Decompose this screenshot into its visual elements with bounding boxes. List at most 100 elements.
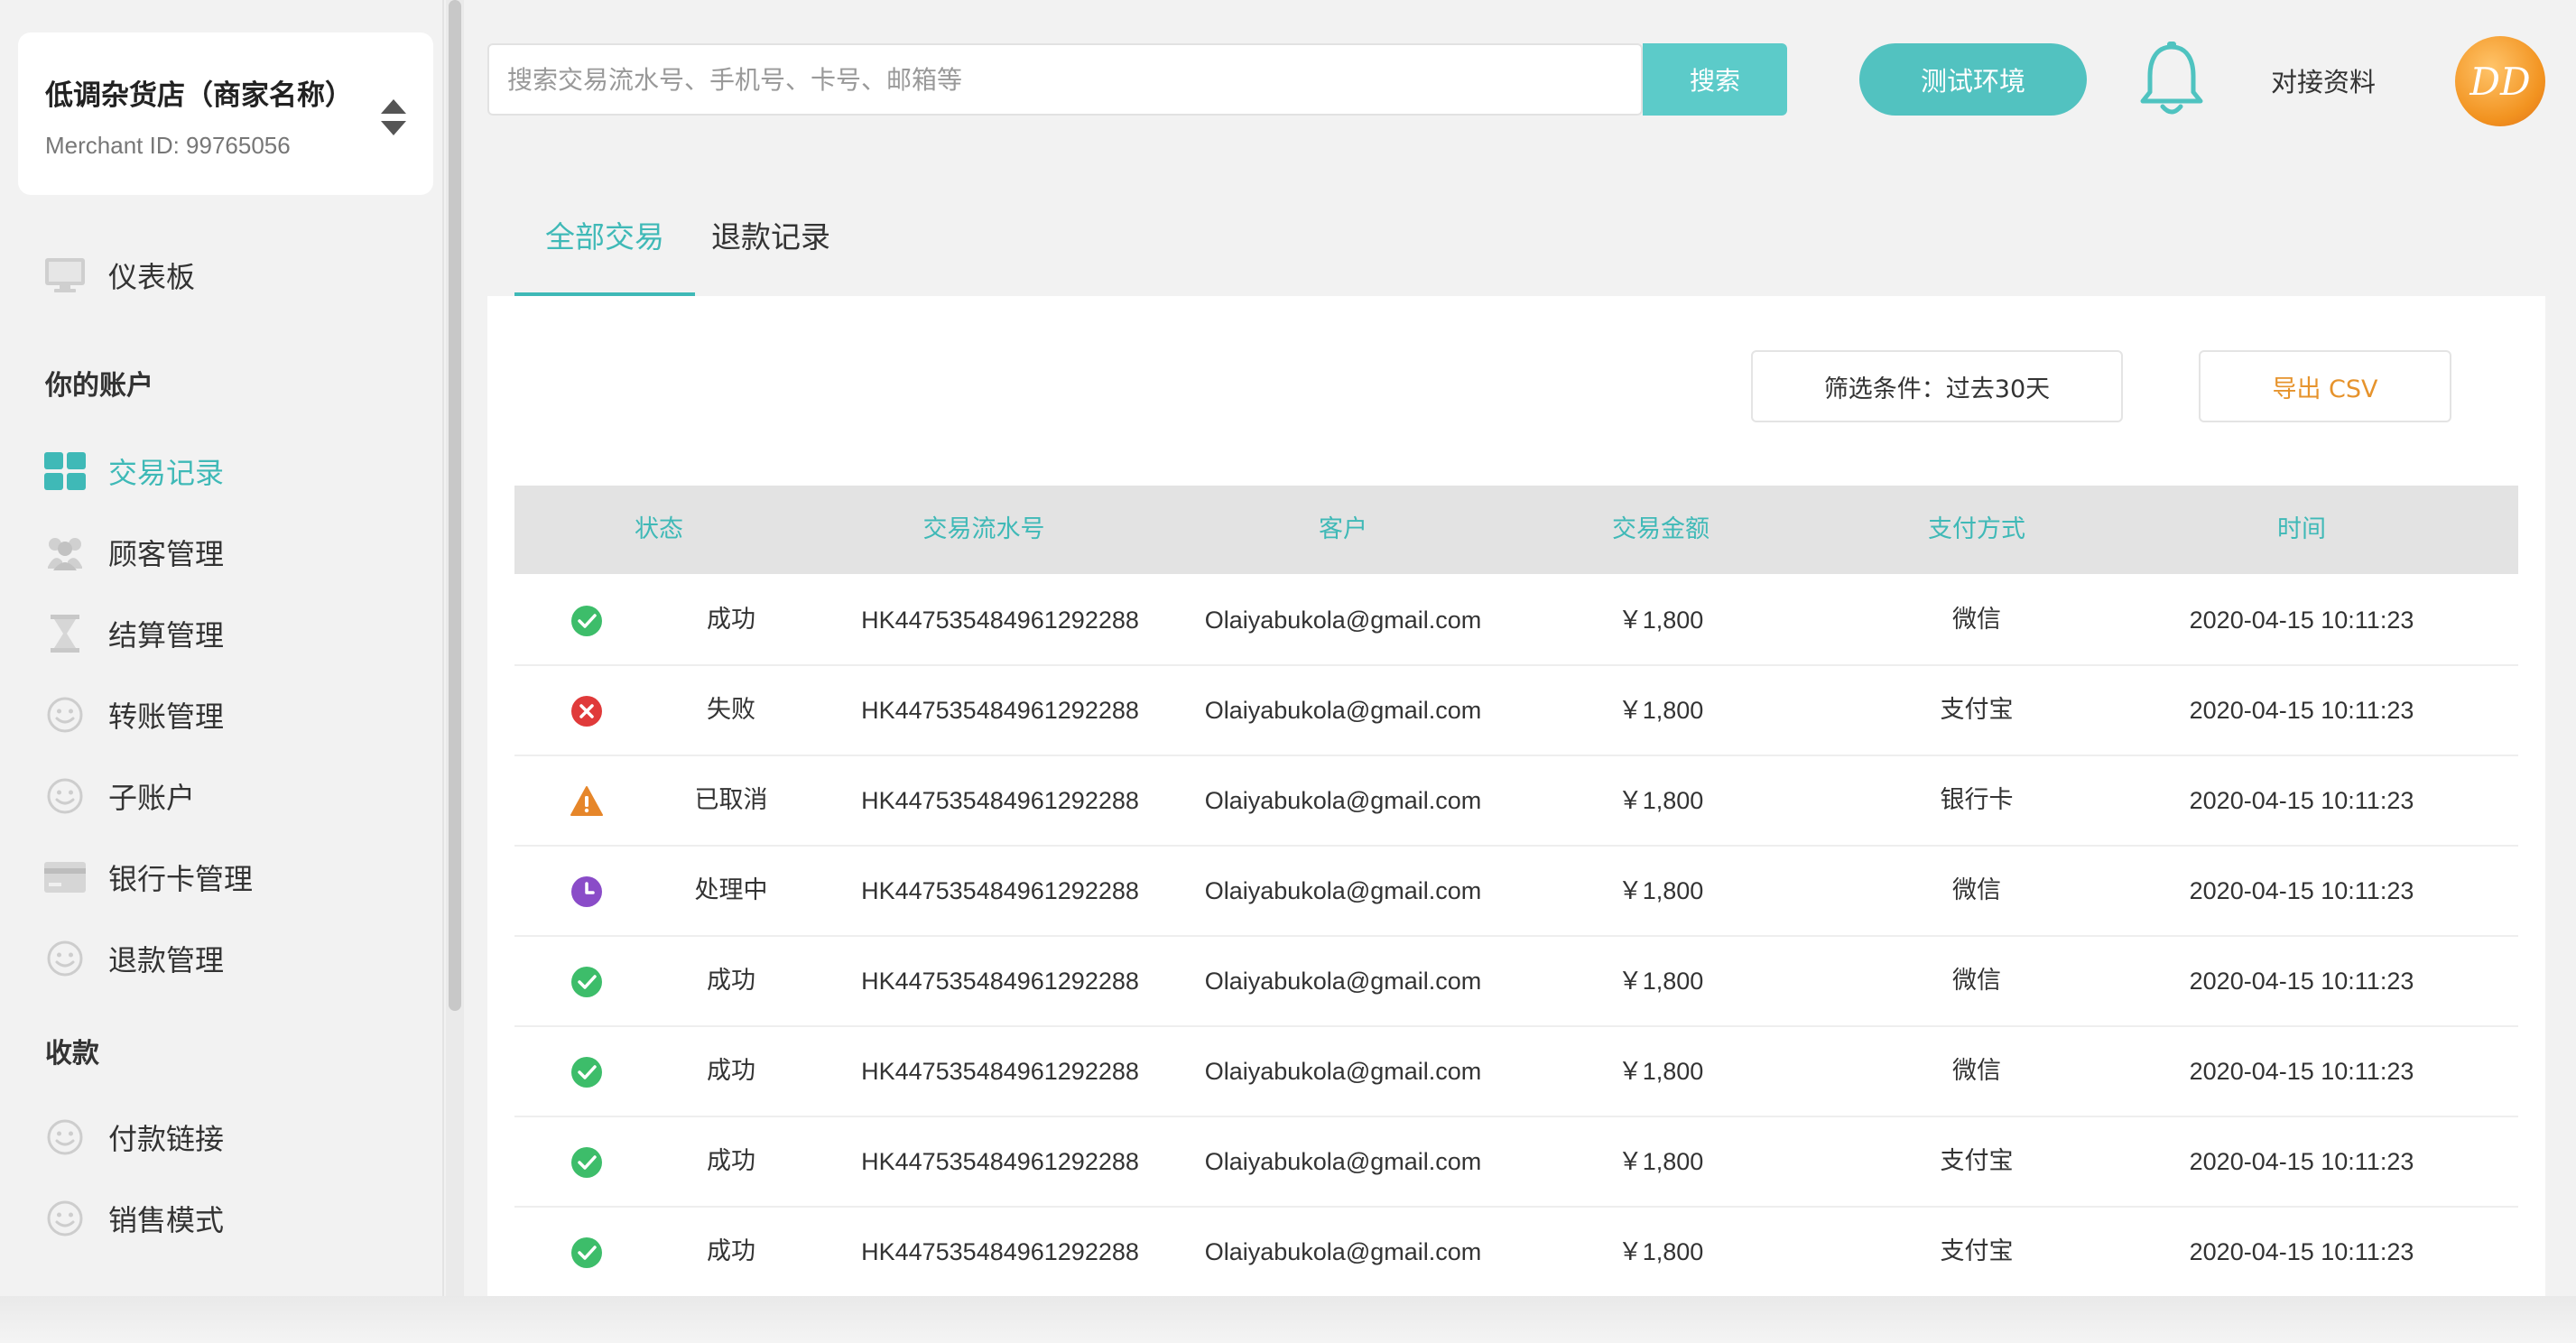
sidebar-item-label: 仪表板 xyxy=(108,260,196,294)
cell-customer: Olaiyabukola@gmail.com xyxy=(1204,1058,1482,1085)
cell-method: 微信 xyxy=(1952,1057,2001,1085)
success-check-icon xyxy=(571,1237,602,1268)
cell-amount: ￥1,800 xyxy=(1617,1058,1704,1085)
grid-icon xyxy=(43,449,87,493)
search-input[interactable] xyxy=(489,45,1640,114)
cell-amount: ￥1,800 xyxy=(1617,1238,1704,1265)
success-check-icon xyxy=(571,1057,602,1088)
cell-txn-id: HK447535484961292288 xyxy=(861,1058,1139,1085)
cell-method: 银行卡 xyxy=(1940,786,2014,814)
cell-txn-id: HK447535484961292288 xyxy=(861,1238,1139,1265)
cell-txn-id: HK447535484961292288 xyxy=(861,697,1139,724)
table-row[interactable]: 成功 HK447535484961292288 Olaiyabukola@gmail… xyxy=(514,1208,2518,1298)
cell-method: 微信 xyxy=(1952,967,2001,995)
table-row[interactable]: 成功 HK447535484961292288 Olaiyabukola@gmail… xyxy=(514,1117,2518,1208)
cell-amount: ￥1,800 xyxy=(1617,697,1704,724)
cell-method: 微信 xyxy=(1952,606,2001,634)
cell-status: 成功 xyxy=(707,606,755,634)
filter-button[interactable]: 筛选条件：过去30天 xyxy=(1751,350,2123,422)
integration-docs-link[interactable]: 对接资料 xyxy=(2271,61,2376,99)
sidebar-item-subaccounts[interactable]: 子账户 xyxy=(43,769,404,823)
sidebar-item-sales-mode[interactable]: 销售模式 xyxy=(43,1191,404,1246)
cell-customer: Olaiyabukola@gmail.com xyxy=(1204,968,1482,995)
cell-time: 2020-04-15 10:11:23 xyxy=(2189,1058,2414,1085)
sidebar-item-transfers[interactable]: 转账管理 xyxy=(43,688,404,742)
cell-status: 处理中 xyxy=(694,876,768,904)
column-header-customer[interactable]: 客户 xyxy=(1319,486,1367,574)
sidebar-item-label: 银行卡管理 xyxy=(108,862,254,896)
table-row[interactable]: 成功 HK447535484961292288 Olaiyabukola@gmail… xyxy=(514,1027,2518,1117)
cell-time: 2020-04-15 10:11:23 xyxy=(2189,1238,2414,1265)
column-header-amount[interactable]: 交易金额 xyxy=(1612,486,1710,574)
column-header-time[interactable]: 时间 xyxy=(2277,486,2326,574)
sidebar-item-payment-links[interactable]: 付款链接 xyxy=(43,1110,404,1164)
scrollbar-thumb[interactable] xyxy=(449,0,461,1011)
sidebar-item-bank-cards[interactable]: 银行卡管理 xyxy=(43,850,404,904)
section-title-account: 你的账户 xyxy=(45,370,153,402)
cell-amount: ￥1,800 xyxy=(1617,787,1704,814)
cancelled-warning-icon xyxy=(570,786,603,816)
cell-status: 成功 xyxy=(707,1237,755,1265)
search-button[interactable]: 搜索 xyxy=(1643,43,1787,116)
table-row[interactable]: 已取消 HK447535484961292288 Olaiyabukola@gmai… xyxy=(514,756,2518,847)
processing-clock-icon xyxy=(571,876,602,907)
cell-time: 2020-04-15 10:11:23 xyxy=(2189,697,2414,724)
cell-txn-id: HK447535484961292288 xyxy=(861,787,1139,814)
sidebar-item-label: 转账管理 xyxy=(108,699,225,734)
monitor-icon xyxy=(43,254,87,297)
cell-time: 2020-04-15 10:11:23 xyxy=(2189,877,2414,904)
merchant-id: Merchant ID: 99765056 xyxy=(45,132,291,159)
sidebar-item-settlement[interactable]: 结算管理 xyxy=(43,607,404,661)
export-csv-button[interactable]: 导出 CSV xyxy=(2199,350,2451,422)
table-row[interactable]: 成功 HK447535484961292288 Olaiyabukola@gmail… xyxy=(514,937,2518,1027)
sidebar-item-label: 付款链接 xyxy=(108,1122,225,1156)
sort-arrows-icon[interactable] xyxy=(375,96,412,139)
cell-status: 成功 xyxy=(707,1057,755,1085)
cell-txn-id: HK447535484961292288 xyxy=(861,877,1139,904)
smiley-icon xyxy=(43,693,87,736)
merchant-switcher[interactable]: 低调杂货店（商家名称） Merchant ID: 99765056 xyxy=(18,32,433,195)
sidebar-item-dashboard[interactable]: 仪表板 xyxy=(43,248,404,302)
smiley-icon xyxy=(43,1197,87,1240)
smiley-icon xyxy=(43,937,87,980)
tab-all-transactions[interactable]: 全部交易 xyxy=(545,213,664,256)
sidebar-item-transactions[interactable]: 交易记录 xyxy=(43,444,404,498)
cell-customer: Olaiyabukola@gmail.com xyxy=(1204,607,1482,634)
bell-icon[interactable] xyxy=(2136,40,2208,119)
sidebar-scrollbar[interactable] xyxy=(446,0,464,1343)
search-box xyxy=(487,43,1643,116)
sidebar-item-label: 退款管理 xyxy=(108,943,225,977)
smiley-icon xyxy=(43,1116,87,1159)
cell-time: 2020-04-15 10:11:23 xyxy=(2189,607,2414,634)
column-header-method[interactable]: 支付方式 xyxy=(1928,486,2025,574)
avatar[interactable]: DD xyxy=(2455,36,2545,126)
cell-customer: Olaiyabukola@gmail.com xyxy=(1204,697,1482,724)
cell-customer: Olaiyabukola@gmail.com xyxy=(1204,1148,1482,1175)
sidebar-item-label: 结算管理 xyxy=(108,618,225,653)
column-header-txn-id[interactable]: 交易流水号 xyxy=(923,486,1045,574)
cell-amount: ￥1,800 xyxy=(1617,607,1704,634)
sidebar-item-refunds[interactable]: 退款管理 xyxy=(43,931,404,986)
sidebar-item-label: 交易记录 xyxy=(108,456,225,490)
table-row[interactable]: 成功 HK447535484961292288 Olaiyabukola@gmail… xyxy=(514,576,2518,666)
sidebar-item-customers[interactable]: 顾客管理 xyxy=(43,525,404,579)
cell-time: 2020-04-15 10:11:23 xyxy=(2189,968,2414,995)
cell-txn-id: HK447535484961292288 xyxy=(861,968,1139,995)
success-check-icon xyxy=(571,967,602,997)
cell-amount: ￥1,800 xyxy=(1617,968,1704,995)
users-icon xyxy=(43,531,87,574)
test-environment-button[interactable]: 测试环境 xyxy=(1859,43,2087,116)
tab-refund-records[interactable]: 退款记录 xyxy=(711,213,830,256)
sidebar-item-label: 子账户 xyxy=(108,781,196,815)
cell-customer: Olaiyabukola@gmail.com xyxy=(1204,1238,1482,1265)
cell-amount: ￥1,800 xyxy=(1617,877,1704,904)
cell-status: 已取消 xyxy=(694,786,768,814)
cell-customer: Olaiyabukola@gmail.com xyxy=(1204,787,1482,814)
table-row[interactable]: 失败 HK447535484961292288 Olaiyabukola@gmail… xyxy=(514,666,2518,756)
cell-method: 支付宝 xyxy=(1940,1237,2014,1265)
cell-time: 2020-04-15 10:11:23 xyxy=(2189,1148,2414,1175)
table-row[interactable]: 处理中 HK447535484961292288 Olaiyabukola@gmai… xyxy=(514,847,2518,937)
cell-txn-id: HK447535484961292288 xyxy=(861,607,1139,634)
cell-status: 失败 xyxy=(707,696,755,724)
column-header-status[interactable]: 状态 xyxy=(635,486,683,574)
